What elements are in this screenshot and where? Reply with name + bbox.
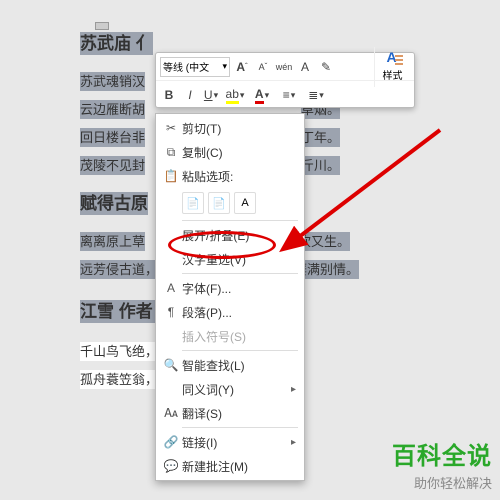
menu-symbol: 插入符号(S) [156, 324, 304, 348]
highlight-button[interactable]: ab▾ [223, 85, 247, 105]
bullets-button[interactable]: ≡▾ [277, 85, 301, 105]
menu-new-comment[interactable]: 💬新建批注(M) [156, 454, 304, 478]
font-color-button[interactable]: A▾ [250, 85, 274, 105]
paste-opt-merge[interactable]: 📄 [208, 192, 230, 214]
ruler-corner [95, 22, 109, 30]
font-grow-button[interactable]: Aˆ [233, 57, 251, 77]
watermark: 百科全说 助你轻松解决 [392, 436, 492, 492]
italic-button[interactable]: I [181, 85, 199, 105]
paste-opt-text[interactable]: A [234, 192, 256, 214]
font-icon: A [160, 279, 182, 297]
font-shrink-button[interactable]: Aˇ [254, 57, 272, 77]
paragraph-icon: ¶ [160, 303, 182, 321]
menu-expand-collapse[interactable]: 展开/折叠(E)▸ [156, 223, 304, 247]
menu-hanzi[interactable]: 汉字重选(V) [156, 247, 304, 271]
menu-font[interactable]: A字体(F)... [156, 276, 304, 300]
numbering-button[interactable]: ≣▾ [304, 85, 328, 105]
styles-button[interactable]: 样式 [374, 47, 410, 87]
mini-toolbar: 等线 (中文▾ Aˆ Aˇ wén A ✎ 样式 B I U▾ ab▾ A▾ ≡… [155, 52, 415, 108]
font-select[interactable]: 等线 (中文▾ [160, 57, 230, 77]
menu-cut[interactable]: ✂剪切(T) [156, 116, 304, 140]
cut-icon: ✂ [160, 119, 182, 137]
comment-icon: 💬 [160, 457, 182, 475]
chevron-right-icon: ▸ [291, 384, 296, 395]
copy-icon: ⧉ [160, 143, 182, 161]
menu-link[interactable]: 🔗链接(I)▸ [156, 430, 304, 454]
menu-paragraph[interactable]: ¶段落(P)... [156, 300, 304, 324]
menu-copy[interactable]: ⧉复制(C) [156, 140, 304, 164]
bold-button[interactable]: B [160, 85, 178, 105]
chevron-right-icon: ▸ [291, 437, 296, 448]
context-menu: ✂剪切(T) ⧉复制(C) 📋粘贴选项: 📄 📄 A 展开/折叠(E)▸ 汉字重… [155, 113, 305, 481]
menu-smart-lookup[interactable]: 🔍智能查找(L) [156, 353, 304, 377]
phonetic-button[interactable]: wén [275, 57, 293, 77]
watermark-sub: 助你轻松解决 [392, 473, 492, 492]
format-painter-button[interactable]: A [296, 57, 314, 77]
menu-translate[interactable]: 🗛翻译(S) [156, 401, 304, 425]
underline-button[interactable]: U▾ [202, 85, 220, 105]
link-icon: 🔗 [160, 433, 182, 451]
lookup-icon: 🔍 [160, 356, 182, 374]
watermark-brand: 百科全说 [392, 436, 492, 471]
clear-format-button[interactable]: ✎ [317, 57, 335, 77]
menu-synonym[interactable]: 同义词(Y)▸ [156, 377, 304, 401]
menu-paste-label: 📋粘贴选项: [156, 164, 304, 188]
chevron-right-icon: ▸ [291, 230, 296, 241]
translate-icon: 🗛 [160, 404, 182, 422]
styles-icon [383, 51, 403, 67]
paste-opt-keep[interactable]: 📄 [182, 192, 204, 214]
paste-icon: 📋 [160, 167, 182, 185]
